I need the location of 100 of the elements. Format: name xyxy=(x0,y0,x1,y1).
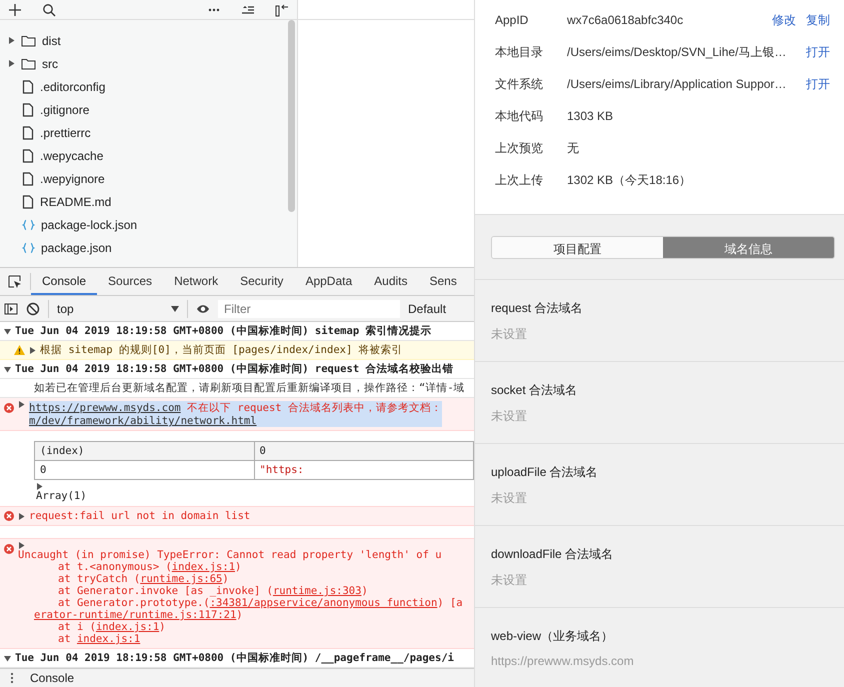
stack-frame: at t.<anonymous> (index.js:1) xyxy=(18,561,463,573)
warning-message: 根据 sitemap 的规则[0]，当前页面 [pages/index/index] 将被索引 xyxy=(40,343,403,357)
clear-icon[interactable] xyxy=(26,302,40,316)
error-message: https://prewww.msyds.com 不在以下 request 合法域名列表中，请参考文档： xyxy=(29,401,442,415)
error-link[interactable]: https://prewww.msyds.com xyxy=(29,402,181,414)
file-icon xyxy=(22,80,34,94)
file-name[interactable]: README.md xyxy=(40,194,112,208)
devtools-tab[interactable]: Network xyxy=(163,268,230,295)
stack-frame: erator-runtime/runtime.js:117:21) xyxy=(18,609,463,621)
caret-icon xyxy=(171,306,179,312)
doc-link[interactable]: m/dev/framework/ability/network.html xyxy=(29,415,442,427)
devtools-tab[interactable]: AppData xyxy=(294,268,364,295)
context-dropdown[interactable]: top xyxy=(48,300,188,318)
domain-title: downloadFile 合法域名 xyxy=(491,546,614,564)
collapsed-arrow-icon[interactable] xyxy=(18,401,25,408)
file-name[interactable]: src xyxy=(42,56,58,70)
scrollbar[interactable] xyxy=(288,20,295,212)
folder-icon xyxy=(21,34,36,46)
array-label[interactable]: Array(1) xyxy=(36,490,87,502)
action-link[interactable]: 打开 xyxy=(806,76,830,92)
domain-title: socket 合法域名 xyxy=(491,382,578,400)
stack-frame: at Generator.invoke [as _invoke] (runtime.js:303) xyxy=(18,585,463,597)
action-link[interactable]: 修改 xyxy=(772,12,796,28)
detail-value: 1303 KB xyxy=(567,109,614,123)
stack-frame: at i (index.js:1) xyxy=(18,621,463,633)
segment-tab[interactable]: 域名信息 xyxy=(663,237,834,258)
collapsed-arrow-icon[interactable] xyxy=(18,512,25,520)
action-link[interactable]: 复制 xyxy=(806,12,830,28)
collapsed-arrow-icon[interactable] xyxy=(29,346,36,354)
devtools-tab[interactable]: Audits xyxy=(363,268,418,295)
error-icon xyxy=(4,511,14,521)
error-icon xyxy=(4,403,14,413)
collapsed-arrow-icon[interactable] xyxy=(36,483,43,490)
log-message: 如若已在管理后台更新域名配置，请刷新项目配置后重新编译项目，操作路径：“详情-域 xyxy=(34,381,465,395)
stack-frame: at Generator.prototype.(:34381/appservice/anonymous function) [a xyxy=(18,597,463,609)
devtools-tab[interactable]: Sources xyxy=(97,268,164,295)
file-name[interactable]: package.json xyxy=(41,240,112,254)
file-name[interactable]: .prettierrc xyxy=(40,126,91,140)
sidebar-toggle-icon[interactable] xyxy=(4,302,18,316)
domain-title: web-view（业务域名） xyxy=(491,628,614,646)
collapsed-arrow-icon[interactable] xyxy=(8,60,15,67)
file-name[interactable]: dist xyxy=(42,34,61,48)
file-name[interactable]: .wepyignore xyxy=(40,172,105,186)
detail-label: 本地目录 xyxy=(495,44,544,60)
file-icon xyxy=(22,172,34,186)
domain-value: 未设置 xyxy=(491,572,528,590)
detail-value: 1302 KB（今天18:16） xyxy=(567,172,692,188)
braces-icon xyxy=(22,242,35,254)
search-icon[interactable] xyxy=(42,2,56,16)
detail-value: /Users/eims/Desktop/SVN_Lihe/马上银… xyxy=(567,44,788,60)
log-group-header[interactable]: Tue Jun 04 2019 18:19:58 GMT+0800 (中国标准时间) request 合法域名校验出错 xyxy=(15,362,454,376)
detail-label: 上次预览 xyxy=(495,140,544,156)
devtools-tab[interactable]: Sens xyxy=(418,268,468,295)
domain-title: request 合法域名 xyxy=(491,300,584,318)
table-cell: 0 xyxy=(34,460,254,480)
domain-value: 未设置 xyxy=(491,490,528,508)
error-message: Uncaught (in promise) TypeError: Cannot read property 'length' of u xyxy=(18,549,442,561)
detail-value: wx7c6a0618abfc340c xyxy=(567,13,684,27)
collapsed-arrow-icon[interactable] xyxy=(18,542,25,549)
file-name[interactable]: .gitignore xyxy=(40,102,90,116)
file-icon xyxy=(22,126,34,140)
stack-frame: at tryCatch (runtime.js:65) xyxy=(18,573,463,585)
detail-value: 无 xyxy=(567,140,580,156)
table-cell: "https: xyxy=(254,460,474,480)
levels-dropdown[interactable]: Default xyxy=(408,302,446,316)
log-group-header[interactable]: Tue Jun 04 2019 18:19:58 GMT+0800 (中国标准时间) /__pageframe__/pages/i xyxy=(15,651,454,665)
collapse-panel-icon[interactable] xyxy=(275,2,289,16)
file-icon xyxy=(22,102,34,116)
file-name[interactable]: package-lock.json xyxy=(41,218,138,232)
detail-label: 本地代码 xyxy=(495,108,544,124)
file-name[interactable]: .editorconfig xyxy=(40,80,106,94)
domain-value: 未设置 xyxy=(491,326,528,344)
detail-value: /Users/eims/Library/Application Suppor… xyxy=(567,77,788,91)
collapsed-arrow-icon[interactable] xyxy=(8,37,15,44)
domain-value: https://prewww.msyds.com xyxy=(491,654,635,668)
inspect-icon[interactable] xyxy=(8,274,22,288)
table-header: 0 xyxy=(254,442,474,460)
filter-field[interactable]: Filter xyxy=(218,300,400,318)
action-link[interactable]: 打开 xyxy=(806,44,830,60)
file-name[interactable]: .wepycache xyxy=(40,148,104,162)
devtools-tab[interactable]: Security xyxy=(229,268,294,295)
domain-value: 未设置 xyxy=(491,408,528,426)
stack-frame: at index.js:1 xyxy=(18,633,463,645)
expanded-arrow-icon[interactable] xyxy=(4,366,11,372)
drawer-tab[interactable]: Console xyxy=(30,671,74,685)
add-icon[interactable] xyxy=(8,2,22,16)
detail-label: 文件系统 xyxy=(495,76,544,92)
error-icon xyxy=(4,544,14,554)
file-icon xyxy=(22,148,34,162)
more-vertical-icon[interactable] xyxy=(10,672,14,684)
warning-icon xyxy=(14,345,25,355)
error-message: request:fail url not in domain list xyxy=(29,510,250,522)
table-header: (index) xyxy=(34,442,254,460)
expanded-arrow-icon[interactable] xyxy=(4,654,11,662)
domain-title: uploadFile 合法域名 xyxy=(491,464,599,482)
log-group-header[interactable]: Tue Jun 04 2019 18:19:58 GMT+0800 (中国标准时间) sitemap 索引情况提示 xyxy=(15,324,432,338)
expanded-arrow-icon[interactable] xyxy=(4,328,11,334)
segment-tab[interactable]: 项目配置 xyxy=(492,237,663,258)
folder-icon xyxy=(21,58,36,70)
braces-icon xyxy=(22,218,35,230)
